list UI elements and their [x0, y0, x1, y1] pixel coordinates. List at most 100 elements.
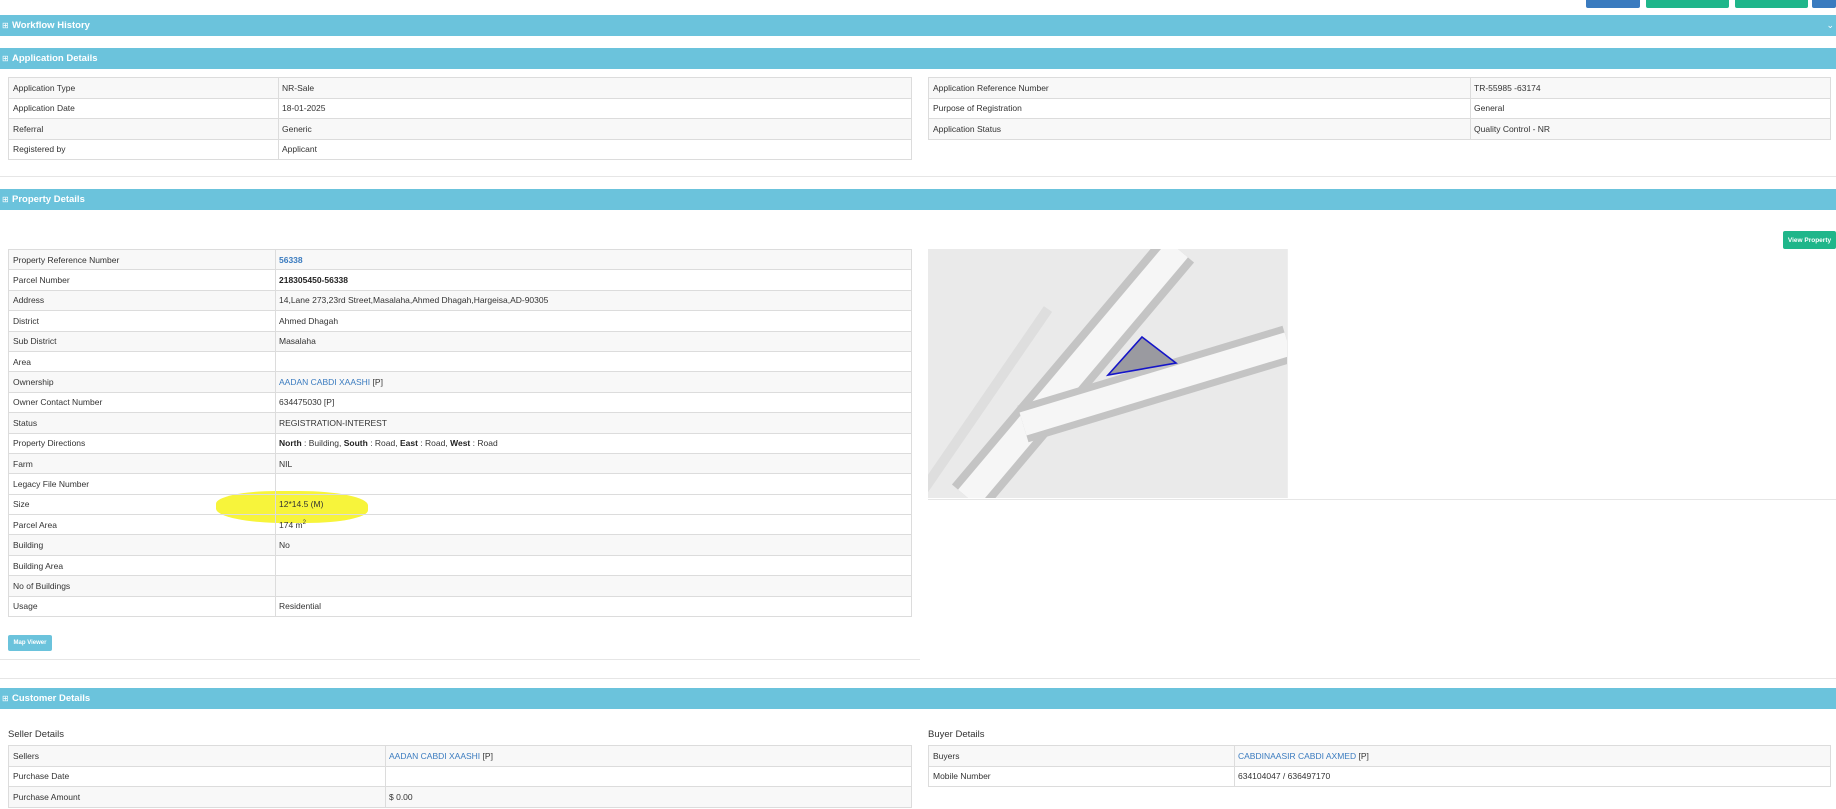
- registered-by-label: Registered by: [8, 138, 279, 160]
- divider: [0, 659, 920, 660]
- south-label: South: [343, 438, 368, 449]
- separator: :: [301, 438, 309, 449]
- divider: [0, 678, 1836, 679]
- application-reference-label: Application Reference Number: [928, 77, 1471, 99]
- customer-details-header[interactable]: ⊞ Customer Details: [0, 688, 1836, 709]
- table-row: Application Status Quality Control - NR: [928, 118, 1831, 140]
- table-row: Building No: [8, 534, 912, 556]
- table-row: Purchase Amount $ 0.00: [8, 786, 912, 808]
- property-details-header[interactable]: ⊞ Property Details: [0, 189, 1836, 210]
- purchase-amount-value: $ 0.00: [385, 786, 912, 808]
- legacy-file-number-label: Legacy File Number: [8, 473, 276, 495]
- application-type-value: NR-Sale: [278, 77, 912, 99]
- application-status-value: Quality Control - NR: [1470, 118, 1831, 140]
- seller-details-heading: Seller Details: [8, 729, 64, 740]
- sub-district-value: Masalaha: [275, 330, 912, 352]
- table-row: Purpose of Registration General: [928, 97, 1831, 119]
- table-row: Application Type NR-Sale: [8, 77, 912, 99]
- referral-value: Generic: [278, 118, 912, 140]
- mobile-number-label: Mobile Number: [928, 765, 1235, 787]
- application-details-header[interactable]: ⊞ Application Details: [0, 48, 1836, 69]
- table-row: Application Reference Number TR-55985 -6…: [928, 77, 1831, 99]
- size-value: 12*14.5 (M): [275, 493, 912, 516]
- buyers-label: Buyers: [928, 745, 1235, 767]
- seller-details-table: Sellers AADAN CABDI XAASHI [P] Purchase …: [8, 745, 912, 808]
- table-row: Ownership AADAN CABDI XAASHI [P]: [8, 371, 912, 393]
- address-label: Address: [8, 289, 276, 312]
- top-action-button-1[interactable]: [1586, 0, 1640, 8]
- expand-icon: ⊞: [2, 21, 9, 30]
- address-value: 14,Lane 273,23rd Street,Masalaha,Ahmed D…: [275, 289, 912, 312]
- separator: :: [417, 438, 426, 449]
- workflow-history-header[interactable]: ⊞ Workflow History ⌄: [0, 15, 1836, 36]
- customer-details-title: Customer Details: [12, 693, 91, 704]
- application-reference-value: TR-55985 -63174: [1470, 77, 1831, 99]
- application-type-label: Application Type: [8, 77, 279, 99]
- workflow-history-title: Workflow History: [12, 20, 90, 31]
- west-value: Road: [477, 438, 498, 449]
- top-action-button-3[interactable]: [1735, 0, 1808, 8]
- application-date-value: 18-01-2025: [278, 97, 912, 119]
- table-row: Owner Contact Number 634475030 [P]: [8, 391, 912, 414]
- usage-label: Usage: [8, 595, 276, 618]
- purchase-date-value: [385, 765, 912, 787]
- parcel-area-unit: 2: [302, 519, 306, 526]
- west-label: West: [450, 438, 471, 449]
- property-reference-link[interactable]: 56338: [279, 255, 303, 265]
- purchase-date-label: Purchase Date: [8, 765, 386, 787]
- area-value: [275, 350, 912, 373]
- table-row: Area: [8, 350, 912, 373]
- map-viewer-button[interactable]: Map Viewer: [8, 635, 52, 651]
- east-value: Road: [425, 438, 446, 449]
- owner-name-link[interactable]: AADAN CABDI XAASHI: [279, 377, 370, 387]
- parcel-map[interactable]: [928, 249, 1288, 498]
- buyer-name-link[interactable]: CABDINAASIR CABDI AXMED: [1238, 751, 1356, 761]
- building-value: No: [275, 534, 912, 556]
- application-date-label: Application Date: [8, 97, 279, 119]
- table-row: Sellers AADAN CABDI XAASHI [P]: [8, 745, 912, 767]
- east-label: East: [399, 438, 418, 449]
- farm-label: Farm: [8, 452, 276, 475]
- divider: [928, 499, 1836, 500]
- divider: [0, 176, 1836, 177]
- purpose-of-registration-label: Purpose of Registration: [928, 97, 1471, 119]
- view-property-button[interactable]: View Property: [1783, 231, 1836, 249]
- seller-tag: [P]: [482, 750, 493, 761]
- top-action-button-4[interactable]: [1812, 0, 1836, 8]
- parcel-area-label: Parcel Area: [8, 514, 276, 536]
- area-label: Area: [8, 350, 276, 373]
- owner-contact-label: Owner Contact Number: [8, 391, 276, 414]
- size-label: Size: [8, 493, 276, 516]
- expand-icon: ⊞: [2, 195, 9, 204]
- buyer-details-heading: Buyer Details: [928, 729, 985, 740]
- table-row: Legacy File Number: [8, 473, 912, 495]
- usage-value: Residential: [275, 595, 912, 618]
- buyer-tag: [P]: [1358, 750, 1369, 761]
- no-of-buildings-value: [275, 575, 912, 597]
- referral-label: Referral: [8, 118, 279, 140]
- purpose-of-registration-value: General: [1470, 97, 1831, 119]
- chevron-down-icon[interactable]: ⌄: [1826, 15, 1834, 36]
- property-reference-label: Property Reference Number: [8, 248, 276, 271]
- table-row: Parcel Number 218305450-56338: [8, 269, 912, 291]
- mobile-number-value: 634104047 / 636497170: [1234, 765, 1831, 787]
- top-action-button-2[interactable]: [1646, 0, 1729, 8]
- table-row: Purchase Date: [8, 765, 912, 787]
- parcel-area-value: 174 m2: [275, 514, 912, 536]
- sub-district-label: Sub District: [8, 330, 276, 352]
- north-label: North: [279, 438, 302, 449]
- table-row: Status REGISTRATION-INTEREST: [8, 412, 912, 434]
- seller-name-link[interactable]: AADAN CABDI XAASHI: [389, 751, 480, 761]
- owner-tag: [P]: [372, 377, 383, 388]
- status-value: REGISTRATION-INTEREST: [275, 412, 912, 434]
- table-row: Application Date 18-01-2025: [8, 97, 912, 119]
- table-row: No of Buildings: [8, 575, 912, 597]
- parcel-number-label: Parcel Number: [8, 269, 276, 291]
- expand-icon: ⊞: [2, 694, 9, 703]
- district-value: Ahmed Dhagah: [275, 310, 912, 332]
- table-row: Address 14,Lane 273,23rd Street,Masalaha…: [8, 289, 912, 312]
- north-value: Building: [308, 438, 340, 449]
- parcel-area-number: 174 m: [279, 519, 303, 530]
- table-row: Buyers CABDINAASIR CABDI AXMED [P]: [928, 745, 1831, 767]
- table-row: Property Directions North : Building, So…: [8, 432, 912, 454]
